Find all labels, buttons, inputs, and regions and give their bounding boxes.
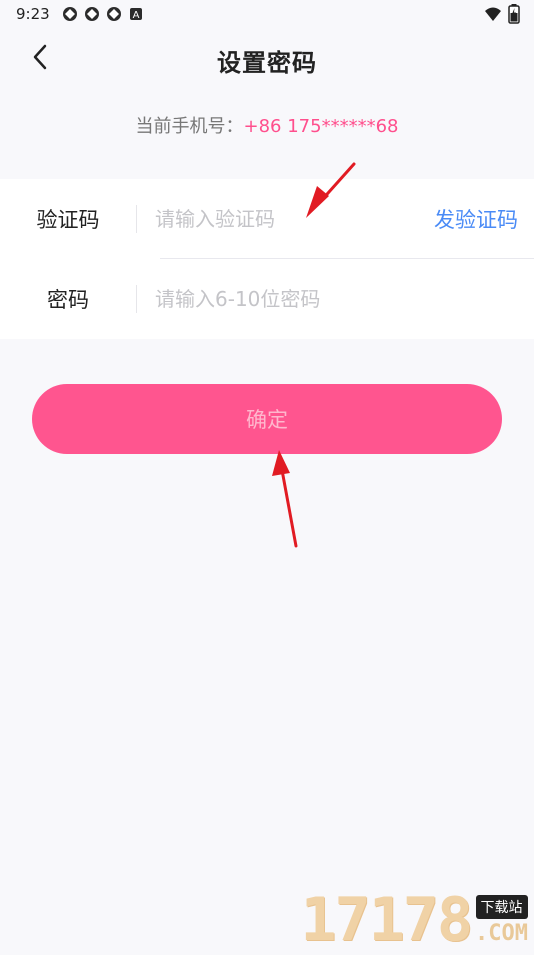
annotation-arrows [0, 0, 534, 950]
field-separator [136, 205, 137, 233]
notification-icon [106, 6, 122, 22]
back-button[interactable] [24, 42, 58, 76]
svg-text:A: A [132, 10, 139, 21]
wifi-icon [484, 6, 502, 26]
phone-prefix: 当前手机号： [136, 116, 244, 137]
status-left: 9:23 A [0, 5, 144, 23]
verification-row: 验证码 发验证码 [0, 179, 534, 259]
watermark-logo: 17178 下载站 .COM [300, 886, 528, 950]
header: 设置密码 [0, 28, 534, 92]
field-separator [136, 285, 137, 313]
send-code-button[interactable]: 发验证码 [434, 204, 518, 234]
status-time: 9:23 [16, 5, 50, 23]
watermark-numbers: 17178 [300, 890, 471, 950]
password-input[interactable] [153, 286, 407, 312]
password-row: 密码 [0, 259, 534, 339]
arrow-to-confirm [272, 450, 296, 546]
form-card: 验证码 发验证码 密码 [0, 179, 534, 339]
watermark-side: 下载站 .COM [475, 895, 528, 946]
password-label: 密码 [0, 284, 136, 314]
notification-icon [62, 6, 78, 22]
status-right [484, 4, 520, 28]
phone-number: +86 175******68 [244, 116, 399, 137]
notification-icon [84, 6, 100, 22]
code-input[interactable] [153, 206, 407, 232]
confirm-button[interactable]: 确定 [32, 384, 502, 454]
chevron-left-icon [31, 43, 51, 75]
status-bar: 9:23 A [0, 0, 534, 28]
code-label: 验证码 [0, 204, 136, 234]
page-title: 设置密码 [217, 43, 317, 78]
confirm-label: 确定 [246, 404, 288, 434]
battery-icon [508, 4, 520, 28]
a-badge-icon: A [128, 6, 144, 22]
current-phone: 当前手机号：+86 175******68 [0, 112, 534, 138]
watermark-domain: .COM [475, 921, 528, 946]
watermark-tag: 下载站 [476, 895, 528, 919]
